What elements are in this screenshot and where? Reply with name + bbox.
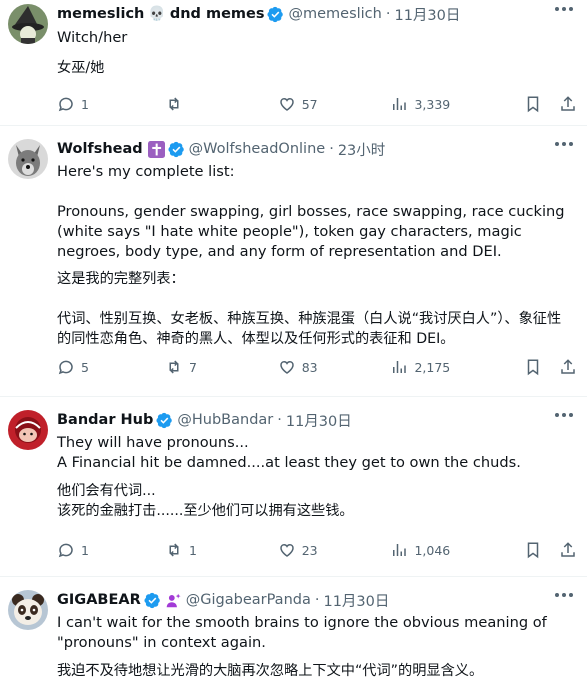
like-count: 23 (301, 542, 318, 558)
display-name[interactable]: memeslich (57, 6, 144, 22)
view-count: 2,175 (414, 359, 451, 375)
verified-badge-icon[interactable] (267, 6, 284, 23)
skull-emoji-icon: 💀 (148, 6, 166, 22)
views-button[interactable]: 2,175 (390, 358, 507, 376)
wizard-avatar-icon (8, 4, 48, 44)
verified-badge-icon[interactable] (156, 412, 173, 429)
more-options-icon[interactable] (555, 142, 573, 148)
post-header: Wolfshead @WolfsheadOnline · 23小时 (57, 138, 573, 160)
like-count: 57 (301, 96, 318, 112)
views-button[interactable]: 3,339 (390, 95, 507, 113)
post-time[interactable]: 11月30日 (323, 590, 389, 611)
view-count: 3,339 (414, 96, 451, 112)
view-count: 1,046 (414, 542, 451, 558)
verified-badge-icon[interactable] (168, 141, 185, 158)
views-icon (393, 361, 407, 373)
reply-icon (58, 543, 73, 558)
post-header: GIGABEAR @GigabearPanda · 11月30日 (57, 589, 573, 611)
separator-dot: · (329, 141, 334, 157)
avatar[interactable] (8, 410, 48, 450)
separator-dot: · (314, 592, 320, 608)
retweet-button[interactable]: 7 (165, 358, 278, 376)
post-bandar-hub[interactable]: Bandar Hub @HubBandar · 11月30日 They will… (0, 397, 587, 577)
post-translation: 这是我的完整列表： 代词、性别互换、女老板、种族互换、种族混蛋（白人说“我讨厌白… (57, 271, 562, 347)
post-header: Bandar Hub @HubBandar · 11月30日 (57, 409, 573, 431)
retweet-count: 7 (188, 359, 197, 375)
post-time[interactable]: 23小时 (338, 139, 385, 160)
bandar-hub-avatar-icon (8, 410, 48, 450)
post-text: Here's my complete list: Pronouns, gende… (57, 163, 565, 260)
post-translation: 我迫不及待地想让光滑的大脑再次忽略上下文中“代词”的明显含义。 (57, 663, 484, 679)
post-header: memeslich 💀 dnd memes @memeslich · 11月30… (57, 3, 573, 25)
views-icon (393, 544, 407, 556)
verified-badge-icon[interactable] (144, 592, 161, 609)
panda-avatar-icon (8, 590, 48, 630)
reply-button[interactable]: 1 (57, 541, 165, 559)
like-button[interactable]: 57 (278, 95, 391, 113)
reply-icon (58, 97, 73, 112)
post-actions: 5 7 83 2,175 (57, 357, 577, 377)
user-handle[interactable]: @GigabearPanda (186, 592, 311, 608)
post-memeslich[interactable]: memeslich 💀 dnd memes @memeslich · 11月30… (0, 0, 587, 126)
post-gigabear[interactable]: GIGABEAR @GigabearPanda · 11月30日 I can't… (0, 577, 587, 690)
heart-icon (279, 543, 294, 557)
cross-icon (147, 140, 165, 158)
wolf-avatar-icon (8, 139, 48, 179)
user-handle[interactable]: @memeslich (288, 6, 381, 22)
heart-icon (279, 97, 294, 111)
share-icon[interactable] (559, 358, 577, 376)
display-name[interactable]: Bandar Hub (57, 412, 153, 428)
post-text: I can't wait for the smooth brains to ig… (57, 614, 552, 651)
bookmark-icon[interactable] (524, 95, 542, 113)
user-handle[interactable]: @WolfsheadOnline (189, 141, 326, 157)
post-actions: 1 1 23 1,046 (57, 540, 577, 560)
more-options-icon[interactable] (555, 413, 573, 419)
views-button[interactable]: 1,046 (390, 541, 507, 559)
like-button[interactable]: 83 (278, 358, 391, 376)
like-count: 83 (301, 359, 318, 375)
reply-count: 1 (81, 542, 89, 558)
retweet-count: 1 (188, 542, 197, 558)
separator-dot: · (277, 412, 282, 428)
post-translation: 他们会有代词... 该死的金融打击......至少他们可以拥有这些钱。 (57, 483, 354, 519)
post-text: Witch/her (57, 29, 128, 46)
separator-dot: · (385, 6, 391, 22)
views-icon (393, 98, 407, 110)
bookmark-icon[interactable] (524, 541, 542, 559)
bookmark-icon[interactable] (524, 358, 542, 376)
retweet-button[interactable] (165, 95, 278, 113)
post-actions: 1 57 3,339 (57, 94, 577, 114)
heart-icon (279, 360, 294, 374)
post-time[interactable]: 11月30日 (286, 410, 352, 431)
share-icon[interactable] (559, 95, 577, 113)
person-sparkle-icon (166, 593, 181, 607)
display-name[interactable]: Wolfshead (57, 141, 143, 157)
display-name[interactable]: GIGABEAR (57, 592, 141, 608)
reply-count: 1 (81, 96, 89, 112)
more-options-icon[interactable] (555, 593, 573, 599)
retweet-button[interactable]: 1 (165, 541, 278, 559)
reply-icon (58, 360, 73, 375)
display-name-suffix[interactable]: dnd memes (170, 6, 265, 22)
avatar[interactable] (8, 139, 48, 179)
post-time[interactable]: 11月30日 (394, 4, 460, 25)
user-handle[interactable]: @HubBandar (177, 412, 273, 428)
reply-button[interactable]: 1 (57, 95, 165, 113)
retweet-icon (169, 360, 179, 374)
retweet-icon (169, 543, 179, 557)
post-translation: 女巫/她 (57, 60, 105, 76)
retweet-icon (169, 97, 179, 111)
reply-button[interactable]: 5 (57, 358, 165, 376)
reply-count: 5 (81, 359, 89, 375)
avatar[interactable] (8, 590, 48, 630)
share-icon[interactable] (559, 541, 577, 559)
like-button[interactable]: 23 (278, 541, 391, 559)
post-wolfshead[interactable]: Wolfshead @WolfsheadOnline · 23小时 Here's… (0, 126, 587, 397)
post-text: They will have pronouns... A Financial h… (57, 434, 521, 471)
more-options-icon[interactable] (555, 7, 573, 13)
avatar[interactable] (8, 4, 48, 44)
